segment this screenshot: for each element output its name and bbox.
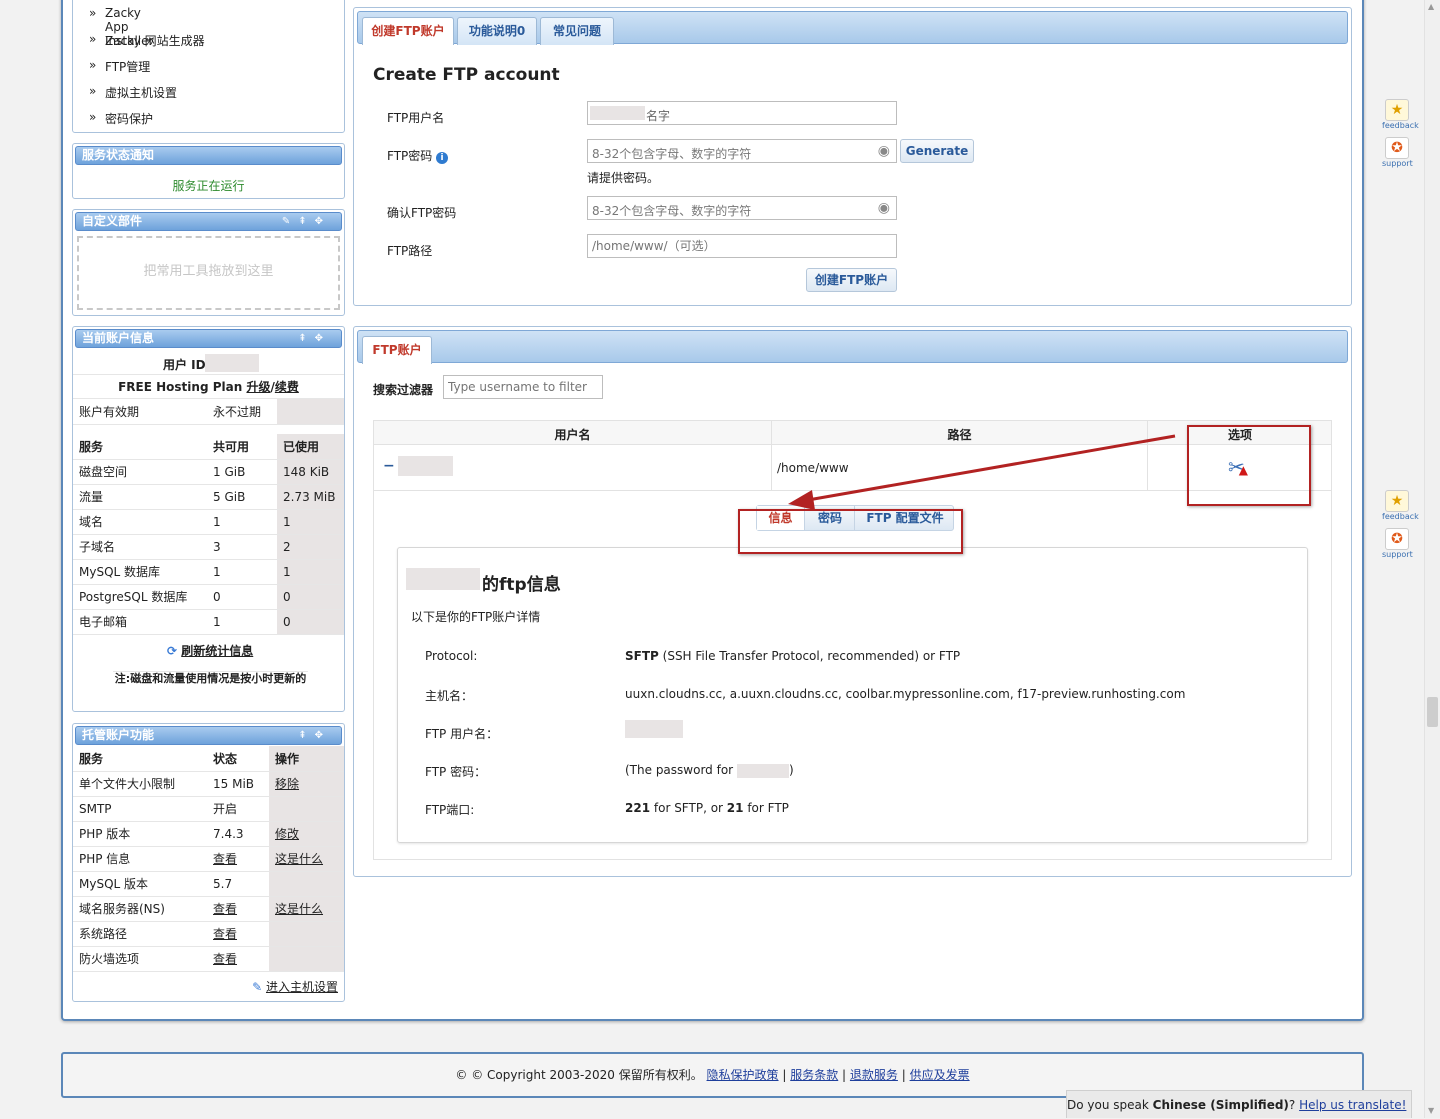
translate-q: ? (1288, 1098, 1296, 1112)
annotation-arrow (788, 434, 1176, 510)
footer-link-billing[interactable]: 供应及发票 (910, 1068, 970, 1082)
scrollbar[interactable]: ▲ ▼ (1424, 0, 1440, 1118)
copyright-text: © © Copyright 2003-2020 保留所有权利。 (455, 1068, 703, 1082)
lifebuoy-icon: ✪ (1385, 528, 1409, 550)
translate-bar: Do you speak Chinese (Simplified)? Help … (1066, 1090, 1412, 1118)
scroll-down-arrow[interactable]: ▼ (1428, 1106, 1434, 1115)
support-button[interactable]: ✪ support (1382, 526, 1413, 560)
translate-prefix: Do you speak (1067, 1098, 1153, 1112)
feedback-button[interactable]: ★ feedback (1382, 97, 1419, 131)
star-icon: ★ (1385, 490, 1409, 512)
footer-link-privacy[interactable]: 隐私保护政策 (707, 1068, 779, 1082)
scroll-up-arrow[interactable]: ▲ (1428, 2, 1434, 11)
annotation-arrow-head (788, 490, 815, 510)
lifebuoy-icon: ✪ (1385, 137, 1409, 159)
support-label: support (1382, 159, 1413, 168)
support-button[interactable]: ✪ support (1382, 135, 1413, 169)
footer-link-terms[interactable]: 服务条款 (790, 1068, 838, 1082)
translate-lang: Chinese (Simplified) (1152, 1098, 1289, 1112)
translate-link[interactable]: Help us translate! (1299, 1098, 1406, 1112)
star-icon: ★ (1385, 99, 1409, 121)
annotation-arrow-line (807, 434, 1176, 502)
scrollbar-thumb[interactable] (1427, 697, 1438, 727)
support-label: support (1382, 550, 1413, 559)
feedback-label: feedback (1382, 121, 1419, 130)
feedback-button[interactable]: ★ feedback (1382, 488, 1419, 522)
footer-link-refund[interactable]: 退款服务 (850, 1068, 898, 1082)
feedback-label: feedback (1382, 512, 1419, 521)
